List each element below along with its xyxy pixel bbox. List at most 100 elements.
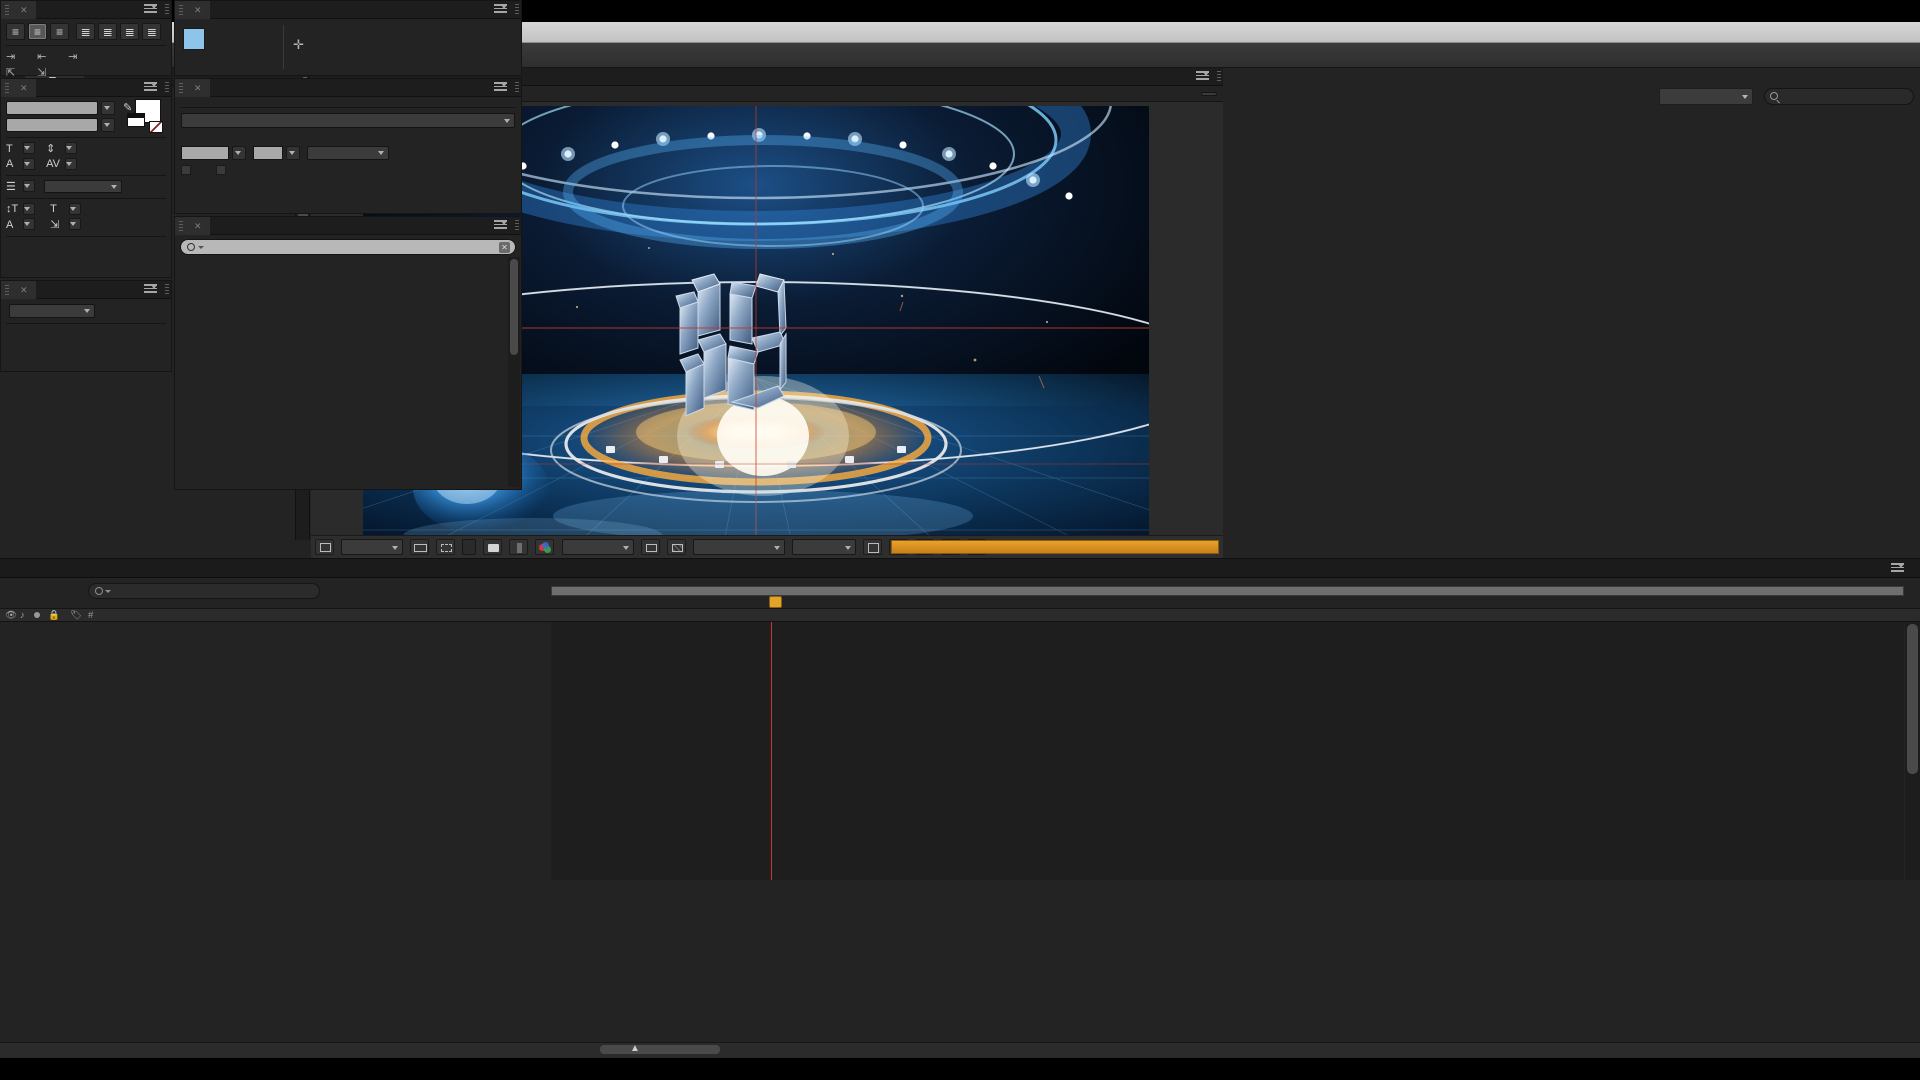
kerning-dropdown[interactable] [23,158,36,170]
show-snapshot-icon[interactable] [509,539,529,555]
close-icon[interactable]: ✕ [194,83,202,93]
panel-menu-icon[interactable] [494,220,507,231]
timeline-zoom-slider[interactable] [600,1045,720,1054]
timeline-ruler[interactable] [551,578,1904,609]
justify-last-left-button[interactable]: ≣ [76,23,96,40]
timeline-body [0,622,1920,880]
vertical-scale-dropdown[interactable] [23,203,36,215]
timeline-panel-menu-icon[interactable] [1891,563,1904,574]
timeline-graph-area[interactable] [551,622,1904,880]
effects-search-input[interactable]: ✕ [180,239,516,255]
justify-all-button[interactable]: ≣ [142,23,162,40]
region-of-interest-icon[interactable] [436,539,456,555]
skip-input[interactable] [253,146,284,160]
scrollbar-thumb[interactable] [1907,624,1918,774]
timeline-search-input[interactable] [88,583,320,599]
clear-search-icon[interactable]: ✕ [499,242,510,253]
full-screen-checkbox[interactable] [216,165,227,176]
tsume-dropdown[interactable] [69,218,82,230]
tab-effects-presets[interactable]: ✕ [175,217,210,235]
tab-grip [179,221,183,232]
tab-info[interactable]: ✕ [175,1,210,19]
snapshot-icon[interactable] [483,539,503,555]
pixel-aspect-icon[interactable] [862,539,882,555]
panel-menu-icon[interactable] [144,4,157,15]
current-time-indicator-head[interactable] [769,596,782,608]
horizontal-scale-dropdown[interactable] [69,203,82,215]
work-area-bar[interactable] [551,586,1904,596]
layer-number-header: # [88,610,94,621]
close-icon[interactable]: ✕ [194,5,202,15]
close-icon[interactable]: ✕ [20,83,28,93]
preview-resolution-dropdown[interactable] [307,146,390,160]
ram-preview-options-dropdown[interactable] [181,113,515,128]
character-tabbar: ✕ [1,79,171,97]
close-icon[interactable]: ✕ [194,221,202,231]
panel-menu-icon[interactable] [144,82,157,93]
panel-grip [165,4,169,16]
font-size-dropdown[interactable] [23,142,36,154]
baseline-shift-dropdown[interactable] [23,218,36,230]
frame-rate-input[interactable] [181,146,229,160]
zoom-level-dropdown[interactable] [341,539,404,555]
font-style-input[interactable] [6,118,98,132]
from-current-time-checkbox[interactable] [181,165,191,176]
tab-paragraph[interactable]: ✕ [1,1,36,19]
viewer-time-display[interactable] [462,539,477,555]
close-icon[interactable]: ✕ [20,285,28,295]
current-time-indicator[interactable] [771,622,772,880]
panel-menu-icon[interactable] [494,82,507,93]
active-camera-dropdown[interactable] [692,539,785,555]
view-layout-dropdown[interactable] [791,539,856,555]
effects-presets-tree[interactable] [180,259,507,485]
toggle-transparency-grid-icon[interactable] [640,539,660,555]
align-right-button[interactable]: ≡ [50,23,70,40]
lock-icon: 🔒 [48,610,60,621]
align-left-button[interactable]: ≡ [6,23,25,40]
align-center-button[interactable]: ≡ [28,23,48,40]
fill-stroke-swatches[interactable] [127,99,167,135]
leading-dropdown[interactable] [65,142,78,154]
toggle-mask-icon[interactable] [666,539,686,555]
viewer-panel-menu-icon[interactable] [1196,71,1209,82]
stroke-width-dropdown[interactable] [23,180,36,192]
leading-icon: ⇕ [46,143,56,155]
no-color-swatch[interactable] [149,121,163,133]
align-panel: ✕ [0,280,172,372]
always-preview-icon[interactable] [315,539,334,555]
channel-rgb-icon[interactable] [535,539,555,555]
tab-grip [179,5,183,16]
skip-dropdown[interactable] [286,146,301,160]
panel-menu-icon[interactable] [144,284,157,295]
tab-character[interactable]: ✕ [1,79,36,97]
justify-last-right-button[interactable]: ≣ [120,23,140,40]
justify-last-center-button[interactable]: ≣ [98,23,118,40]
font-family-dropdown[interactable] [101,101,116,115]
frame-rate-dropdown[interactable] [232,146,247,160]
viewer-bottom-toolbar: ✦ [311,535,1223,558]
timeline-scrollbar-vertical[interactable] [1905,622,1920,880]
search-help-input[interactable] [1764,88,1914,105]
preview-panel: ✕ [174,78,522,214]
tab-align[interactable]: ✕ [1,281,36,299]
align-layers-to-row [6,304,166,318]
font-style-dropdown[interactable] [101,118,116,132]
font-family-input[interactable] [6,101,98,115]
effects-presets-scrollbar[interactable] [508,257,520,487]
scrollbar-thumb[interactable] [510,259,518,355]
workspace-dropdown[interactable] [1658,88,1753,105]
stroke-inner [127,113,145,118]
panel-menu-icon[interactable] [494,4,507,15]
indent-first-icon: ⇥ [68,51,78,63]
indent-right-icon: ⇤ [37,51,47,63]
tab-preview[interactable]: ✕ [175,79,210,97]
stroke-style-dropdown[interactable] [44,180,123,193]
tracking-dropdown[interactable] [65,158,78,170]
align-layers-to-dropdown[interactable] [9,304,95,318]
character-style-buttons [6,236,166,241]
renderer-button[interactable] [1201,92,1217,96]
close-icon[interactable]: ✕ [20,5,28,15]
resolution-dropdown[interactable] [561,539,634,555]
zoom-handle-icon[interactable]: ▲ [630,1043,640,1054]
resolution-region-icon[interactable] [410,539,430,555]
